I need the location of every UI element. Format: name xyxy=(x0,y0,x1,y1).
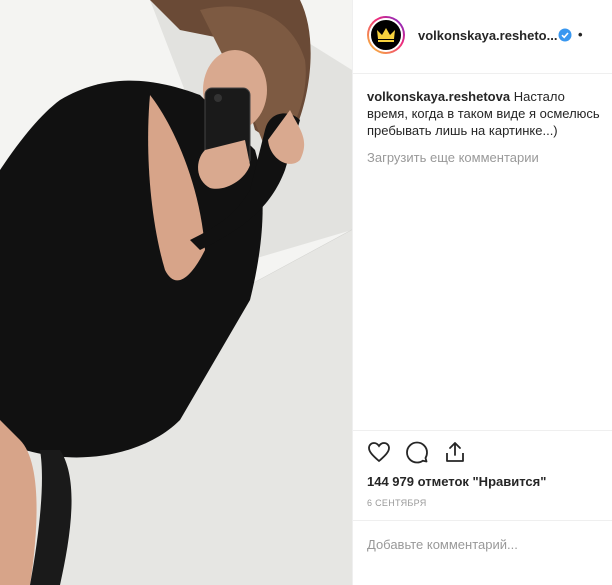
avatar[interactable] xyxy=(367,16,405,54)
comment-input[interactable] xyxy=(367,537,597,552)
photo-image xyxy=(0,0,352,585)
post-photo[interactable] xyxy=(0,0,352,585)
verified-badge-icon xyxy=(558,28,572,42)
likes-count[interactable]: 144 979 отметок "Нравится" xyxy=(367,474,546,489)
comment-bar xyxy=(353,520,612,585)
options-dot[interactable]: • xyxy=(578,27,583,42)
username-link[interactable]: volkonskaya.resheto... xyxy=(418,28,557,43)
post-side-panel: volkonskaya.resheto... • volkonskaya.res… xyxy=(352,0,612,585)
post-header: volkonskaya.resheto... • xyxy=(353,0,612,74)
post-caption: volkonskaya.reshetova Настало время, ког… xyxy=(367,88,603,139)
heart-icon[interactable] xyxy=(367,440,393,466)
load-more-comments-button[interactable]: Загрузить еще комментарии xyxy=(367,150,539,165)
crown-logo-icon xyxy=(369,18,403,52)
post-date[interactable]: 6 СЕНТЯБРЯ xyxy=(367,498,427,508)
comment-icon[interactable] xyxy=(405,440,431,466)
instagram-post: volkonskaya.resheto... • volkonskaya.res… xyxy=(0,0,612,585)
actions-divider xyxy=(353,430,612,432)
share-icon[interactable] xyxy=(443,440,469,466)
caption-username[interactable]: volkonskaya.reshetova xyxy=(367,89,510,104)
